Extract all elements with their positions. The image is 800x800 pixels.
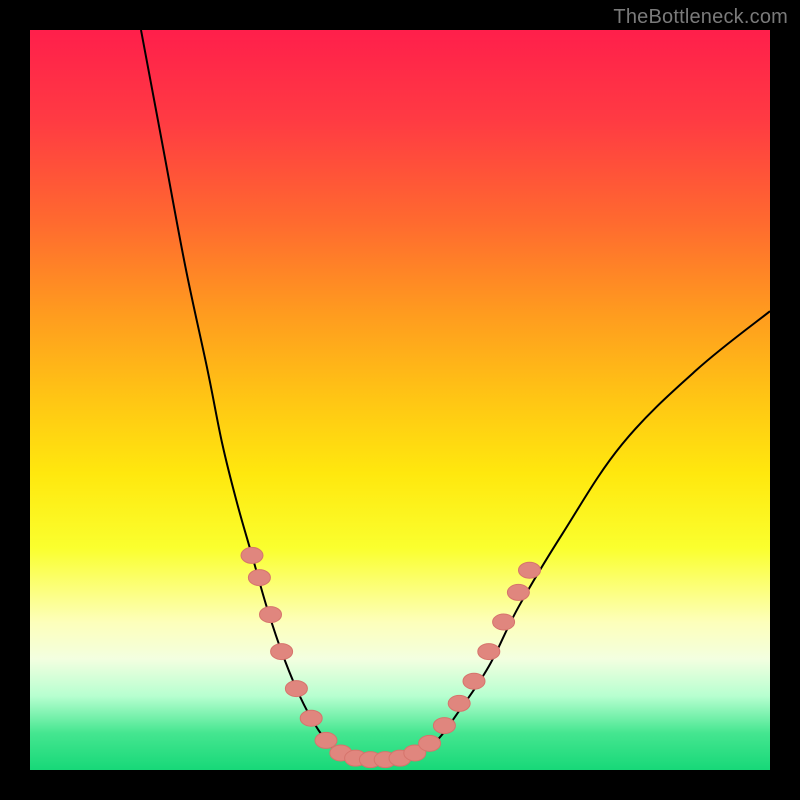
series-left-curve	[141, 30, 341, 755]
marker-point	[248, 570, 270, 586]
marker-point	[433, 718, 455, 734]
marker-point	[419, 735, 441, 751]
chart-svg	[30, 30, 770, 770]
marker-layer	[241, 547, 541, 767]
series-right-curve	[415, 311, 770, 755]
marker-point	[315, 732, 337, 748]
marker-point	[300, 710, 322, 726]
marker-point	[493, 614, 515, 630]
marker-point	[519, 562, 541, 578]
marker-point	[285, 681, 307, 697]
marker-point	[241, 547, 263, 563]
marker-point	[448, 695, 470, 711]
plot-area	[30, 30, 770, 770]
marker-point	[271, 644, 293, 660]
marker-point	[260, 607, 282, 623]
curve-layer	[141, 30, 770, 761]
chart-frame: TheBottleneck.com	[0, 0, 800, 800]
watermark-text: TheBottleneck.com	[613, 6, 788, 29]
marker-point	[463, 673, 485, 689]
marker-point	[507, 584, 529, 600]
marker-point	[478, 644, 500, 660]
